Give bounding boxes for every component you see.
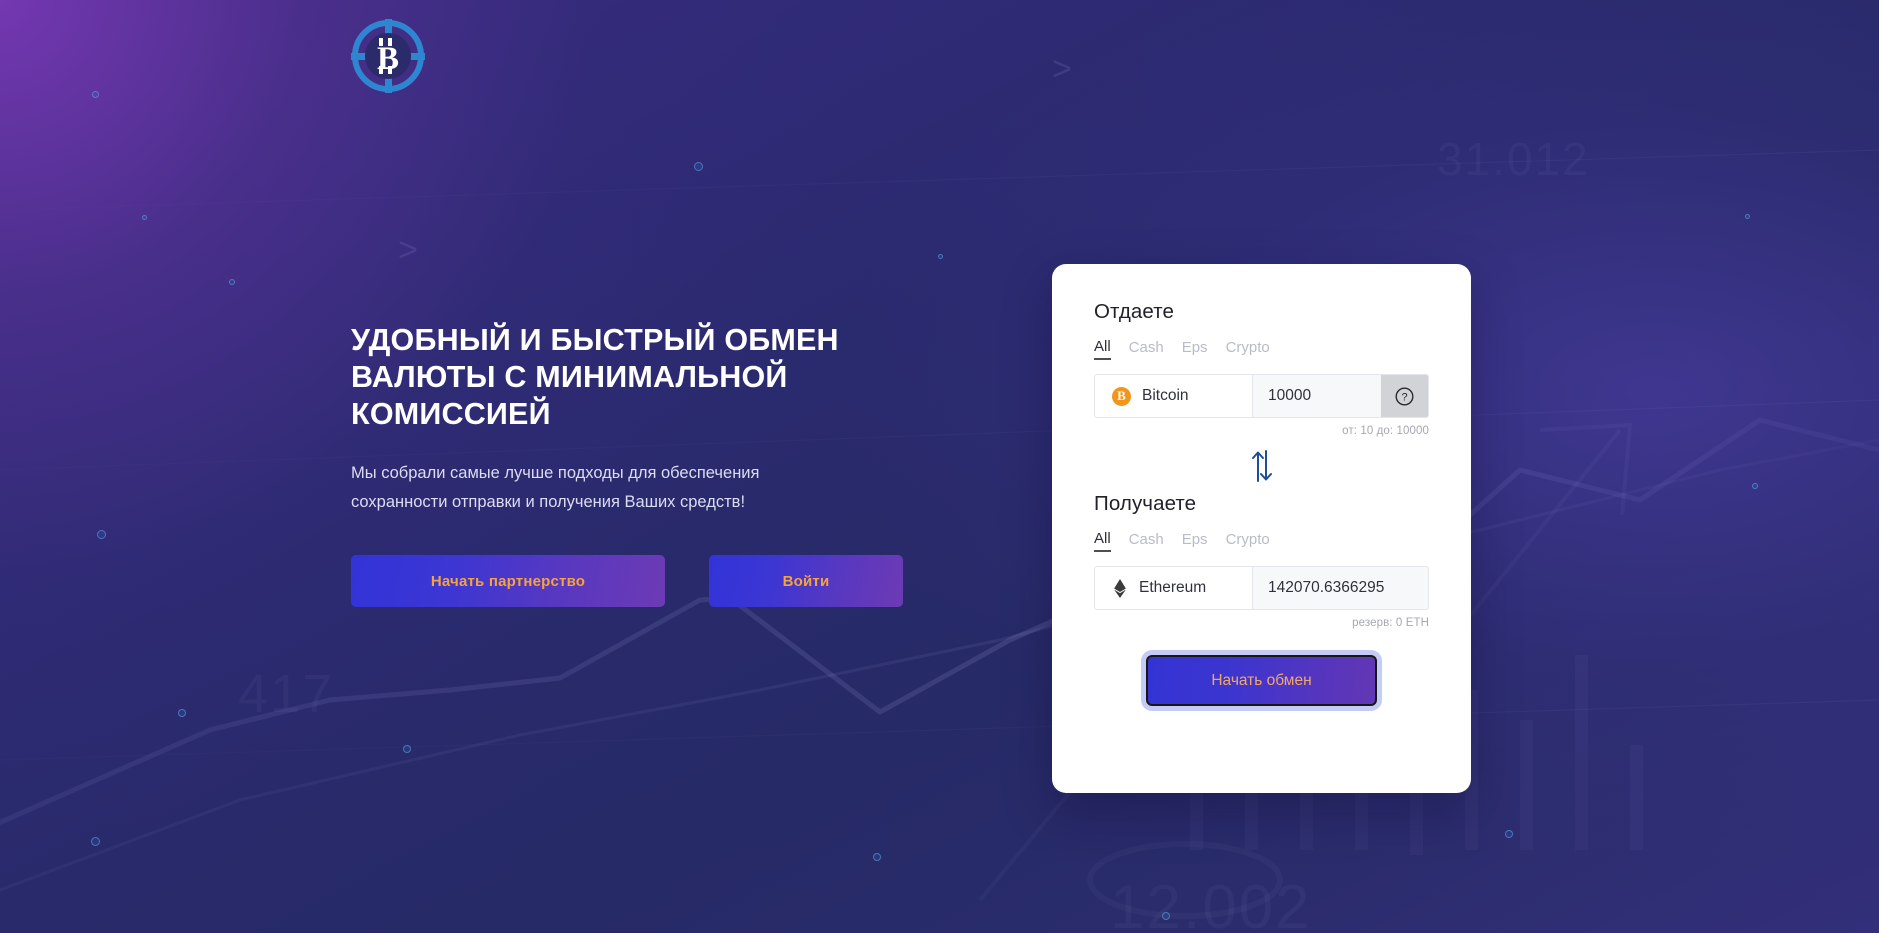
page-title: УДОБНЫЙ И БЫСТРЫЙ ОБМЕН ВАЛЮТЫ С МИНИМАЛ… xyxy=(351,323,839,431)
background-number: 417 xyxy=(238,664,335,724)
hero-subtitle: Мы собрали самые лучше подходы для обесп… xyxy=(351,459,991,517)
swap-direction-wrapper xyxy=(1094,449,1429,483)
landing-page: 31.012 12.002 417 > > B УДОБНЫЙ И БЫСТРЫ… xyxy=(0,0,1879,933)
hero-button-group: Начать партнерство Войти xyxy=(351,555,991,607)
decorative-dot xyxy=(873,853,881,861)
receive-currency-label: Ethereum xyxy=(1139,579,1207,596)
receive-tabs: All Cash Eps Crypto xyxy=(1094,530,1429,552)
decorative-dot xyxy=(142,215,147,220)
background-number: 31.012 xyxy=(1437,133,1590,185)
give-tab-all[interactable]: All xyxy=(1094,338,1111,360)
receive-tab-all[interactable]: All xyxy=(1094,530,1111,552)
give-tab-eps[interactable]: Eps xyxy=(1182,338,1208,360)
question-mark-circle-icon: ? xyxy=(1395,386,1414,406)
give-help-button[interactable]: ? xyxy=(1381,375,1428,417)
hero-subtitle-line-2: сохранности отправки и получения Ваших с… xyxy=(351,493,746,511)
receive-reserve-hint: резерв: 0 ETH xyxy=(1352,617,1429,629)
decorative-dot xyxy=(938,254,943,259)
start-partnership-button[interactable]: Начать партнерство xyxy=(351,555,665,607)
receive-section: Получаете All Cash Eps Crypto Ethereum р… xyxy=(1094,492,1429,629)
give-tabs: All Cash Eps Crypto xyxy=(1094,338,1429,360)
decorative-dot xyxy=(1505,830,1513,838)
give-tab-crypto[interactable]: Crypto xyxy=(1226,338,1270,360)
ethereum-coin-icon xyxy=(1114,578,1126,598)
bitcoin-target-logo[interactable]: B xyxy=(349,17,427,95)
give-currency-label: Bitcoin xyxy=(1142,387,1189,404)
submit-wrapper: Начать обмен xyxy=(1094,655,1429,706)
login-button[interactable]: Войти xyxy=(709,555,903,607)
chevron-right-icon: > xyxy=(398,231,418,269)
hero-subtitle-line-1: Мы собрали самые лучше подходы для обесп… xyxy=(351,464,760,482)
receive-field-row: Ethereum xyxy=(1094,566,1429,610)
receive-currency-selector[interactable]: Ethereum xyxy=(1095,567,1253,609)
give-amount-hint: от: 10 до: 10000 xyxy=(1342,425,1429,437)
decorative-dot xyxy=(403,745,411,753)
hero-section: УДОБНЫЙ И БЫСТРЫЙ ОБМЕН ВАЛЮТЫ С МИНИМАЛ… xyxy=(351,322,991,607)
background-number: 12.002 xyxy=(1110,873,1312,933)
decorative-dot xyxy=(97,530,106,539)
decorative-dot xyxy=(694,162,703,171)
decorative-dot xyxy=(92,91,99,98)
give-amount-input[interactable] xyxy=(1253,375,1381,417)
receive-tab-eps[interactable]: Eps xyxy=(1182,530,1208,552)
give-field-row: B Bitcoin ? xyxy=(1094,374,1429,418)
decorative-dot xyxy=(91,837,100,846)
bitcoin-target-logo-icon: B xyxy=(351,19,425,93)
receive-tab-crypto[interactable]: Crypto xyxy=(1226,530,1270,552)
decorative-dot xyxy=(1162,912,1170,920)
start-exchange-button[interactable]: Начать обмен xyxy=(1146,655,1377,706)
svg-text:?: ? xyxy=(1401,391,1407,403)
svg-text:B: B xyxy=(377,41,399,77)
decorative-dot xyxy=(1745,214,1750,219)
swap-up-down-arrows-icon xyxy=(1251,450,1272,482)
receive-amount-input[interactable] xyxy=(1253,567,1428,609)
give-tab-cash[interactable]: Cash xyxy=(1129,338,1164,360)
give-currency-selector[interactable]: B Bitcoin xyxy=(1095,375,1253,417)
decorative-dot xyxy=(1752,483,1758,489)
decorative-dot xyxy=(229,279,235,285)
exchange-card: Отдаете All Cash Eps Crypto B Bitcoin ? xyxy=(1052,264,1471,793)
swap-direction-button[interactable] xyxy=(1250,449,1274,483)
give-section: Отдаете All Cash Eps Crypto B Bitcoin ? xyxy=(1094,300,1429,437)
chevron-right-icon: > xyxy=(1052,50,1072,88)
decorative-dot xyxy=(178,709,186,717)
give-title: Отдаете xyxy=(1094,300,1174,323)
receive-tab-cash[interactable]: Cash xyxy=(1129,530,1164,552)
bitcoin-coin-icon: B xyxy=(1112,386,1131,406)
receive-title: Получаете xyxy=(1094,492,1197,515)
